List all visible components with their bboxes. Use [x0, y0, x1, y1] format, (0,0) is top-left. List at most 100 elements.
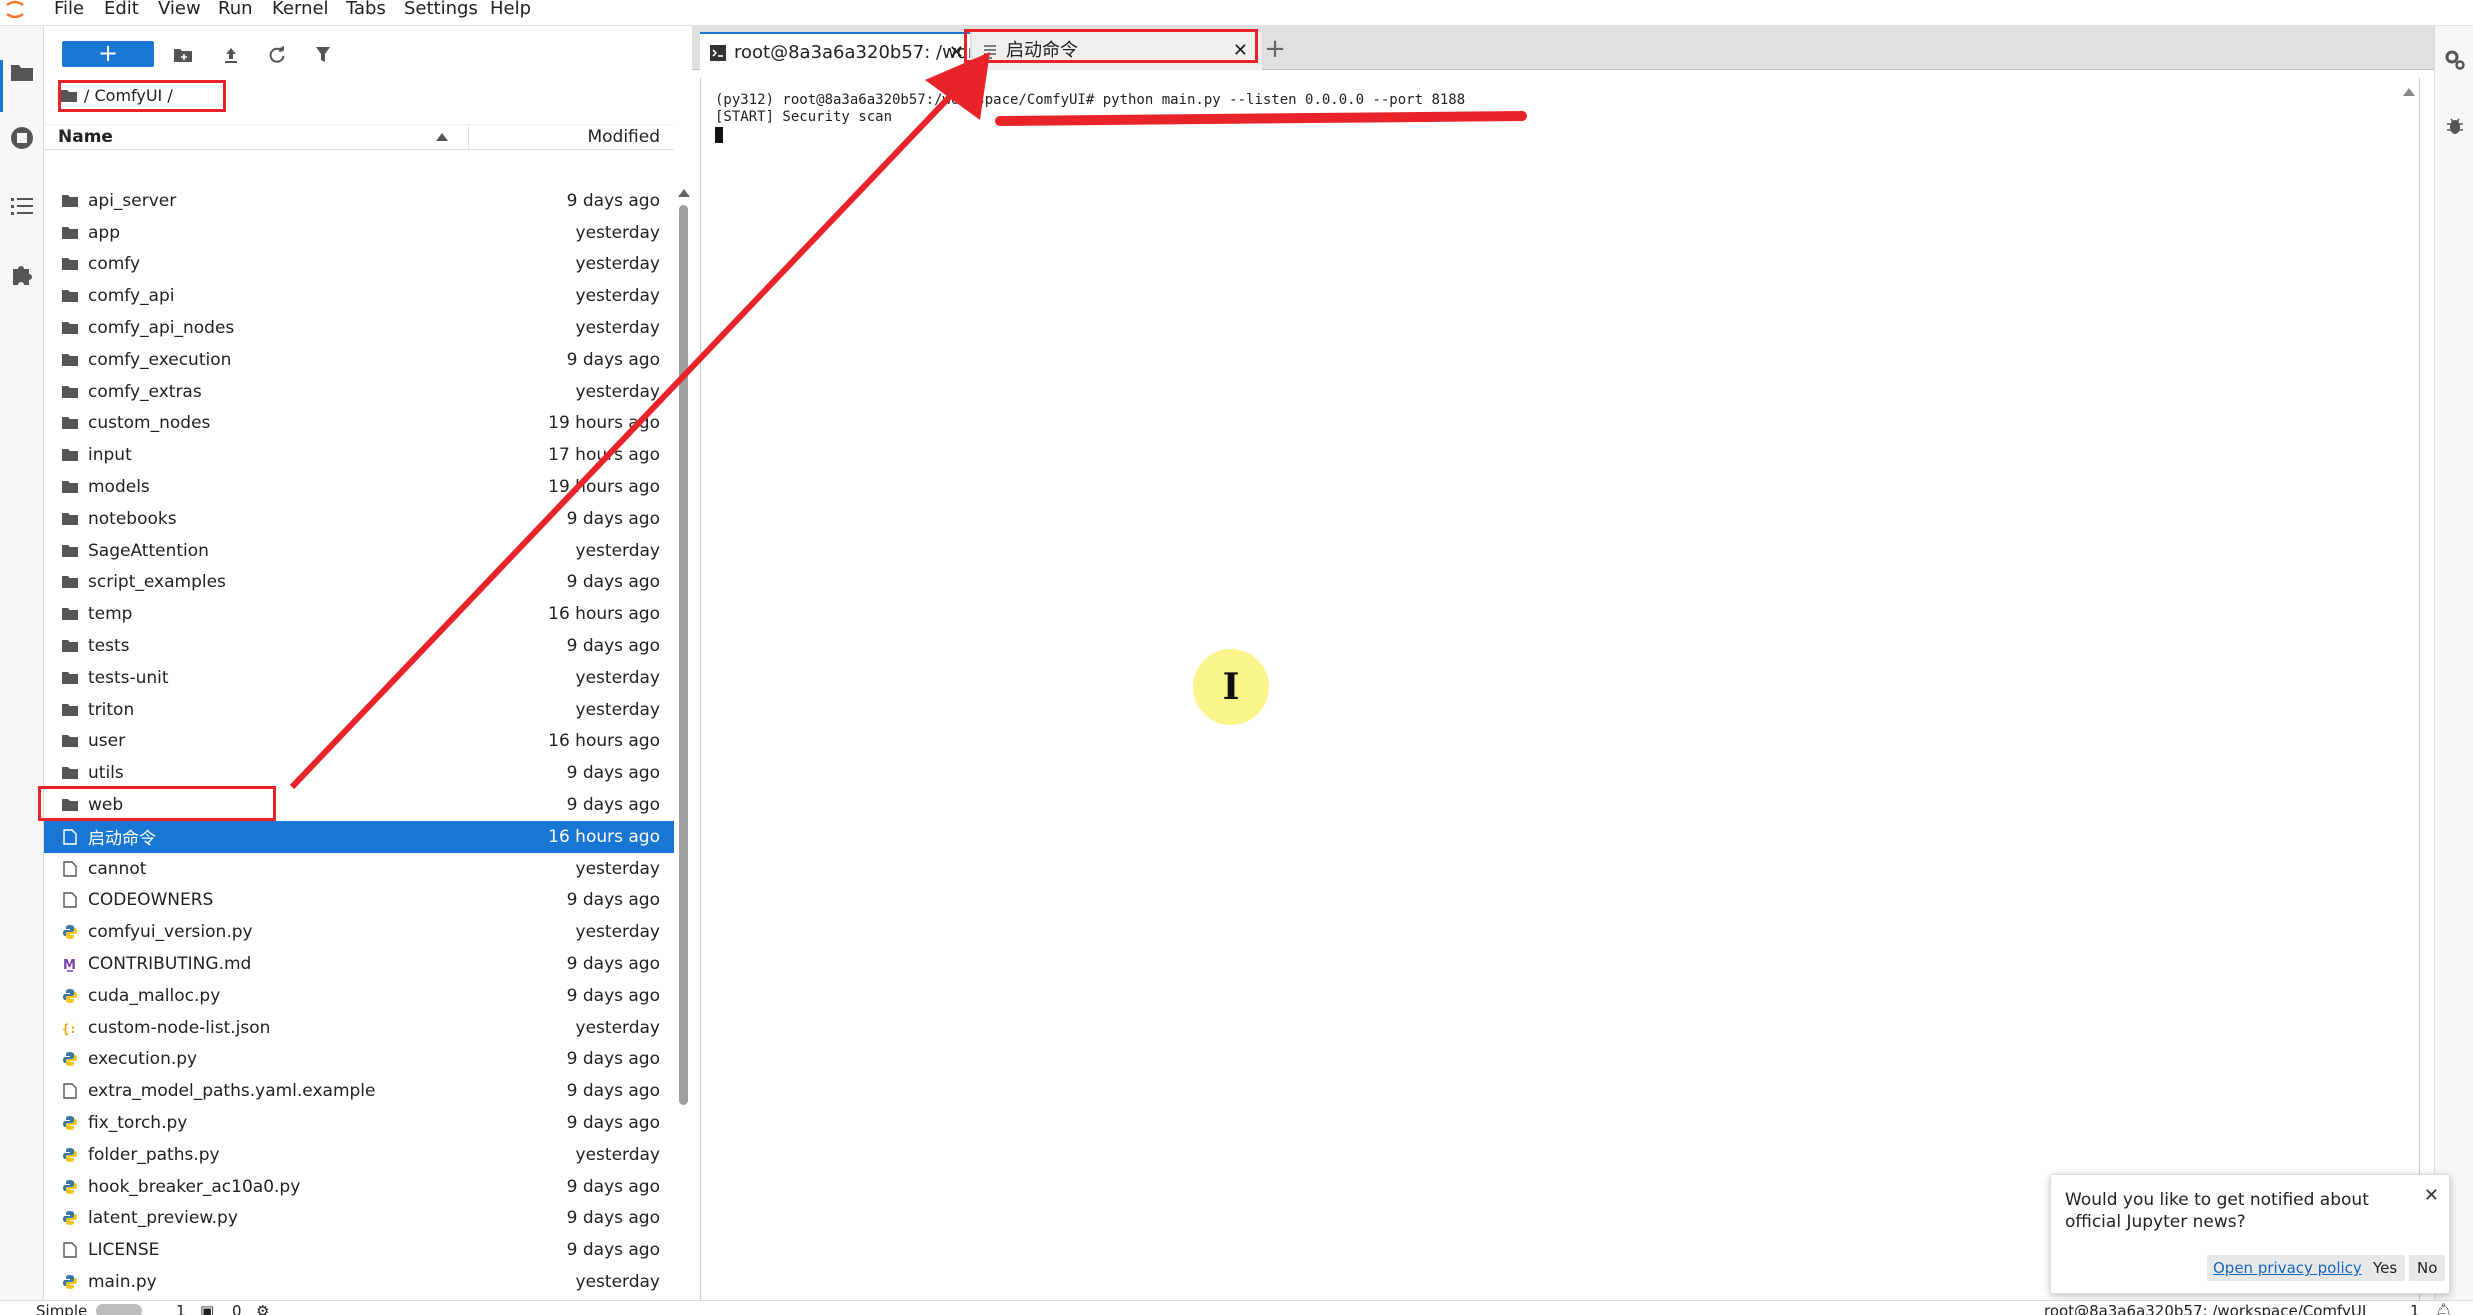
- file-row[interactable]: models 19 hours ago: [44, 471, 674, 503]
- extension-puzzle-icon[interactable]: [8, 260, 36, 288]
- menu-help[interactable]: Help: [490, 0, 531, 20]
- simple-mode-toggle[interactable]: [96, 1304, 142, 1315]
- file-row[interactable]: app yesterday: [44, 217, 674, 249]
- debugger-bug-icon[interactable]: [2443, 114, 2467, 138]
- file-row[interactable]: utils 9 days ago: [44, 757, 674, 789]
- python-file-icon: [58, 922, 82, 942]
- file-row[interactable]: execution.py 9 days ago: [44, 1044, 674, 1076]
- file-modified: 16 hours ago: [548, 826, 660, 847]
- file-row[interactable]: custom_nodes 19 hours ago: [44, 408, 674, 440]
- file-row[interactable]: comfy_execution 9 days ago: [44, 344, 674, 376]
- column-modified[interactable]: Modified: [474, 127, 674, 147]
- folder-icon[interactable]: [8, 58, 36, 86]
- folder-icon: [58, 223, 82, 243]
- markdown-file-icon: M: [58, 954, 82, 974]
- python-file-icon: [58, 1208, 82, 1228]
- file-modified: 9 days ago: [566, 763, 660, 784]
- file-row[interactable]: LICENSE 9 days ago: [44, 1234, 674, 1266]
- python-file-icon: [58, 1049, 82, 1069]
- file-row[interactable]: latent_preview.py 9 days ago: [44, 1203, 674, 1235]
- running-kernels-icon[interactable]: [8, 124, 36, 152]
- file-name: fix_torch.py: [88, 1113, 188, 1133]
- file-row[interactable]: 启动命令 16 hours ago: [44, 820, 674, 853]
- file-row[interactable]: comfy_api_nodes yesterday: [44, 312, 674, 344]
- add-tab-button[interactable]: +: [1258, 36, 1292, 66]
- folder-icon: [58, 477, 82, 497]
- file-row[interactable]: notebooks 9 days ago: [44, 503, 674, 535]
- file-name: CONTRIBUTING.md: [88, 954, 252, 975]
- terminal-scroll-up-icon[interactable]: [2403, 88, 2415, 96]
- new-folder-icon[interactable]: [170, 42, 196, 68]
- file-row[interactable]: {:} custom-node-list.json yesterday: [44, 1012, 674, 1044]
- scroll-up-arrow-icon[interactable]: [678, 189, 690, 197]
- menu-tabs[interactable]: Tabs: [346, 0, 386, 20]
- file-list-scrollbar[interactable]: [674, 185, 692, 1315]
- terminal-pane[interactable]: (py312) root@8a3a6a320b57:/workspace/Com…: [700, 78, 2420, 1311]
- file-row[interactable]: tests-unit yesterday: [44, 662, 674, 694]
- notification-yes-button[interactable]: Yes: [2365, 1255, 2406, 1281]
- menu-view[interactable]: View: [158, 0, 201, 20]
- upload-icon[interactable]: [218, 42, 244, 68]
- notification-no-button[interactable]: No: [2409, 1255, 2446, 1281]
- file-name: models: [88, 477, 150, 498]
- file-row[interactable]: comfy yesterday: [44, 249, 674, 281]
- scroll-thumb[interactable]: [679, 205, 688, 1105]
- folder-icon: [58, 191, 82, 211]
- python-file-icon: [58, 1272, 82, 1292]
- right-sidebar: [2434, 26, 2473, 1311]
- table-of-contents-icon[interactable]: [8, 192, 36, 220]
- menu-kernel[interactable]: Kernel: [272, 0, 329, 20]
- filter-icon[interactable]: [310, 42, 336, 68]
- file-row[interactable]: M CONTRIBUTING.md 9 days ago: [44, 948, 674, 980]
- file-name: temp: [88, 604, 133, 625]
- annotation-box-breadcrumb: [58, 80, 226, 112]
- file-modified: 9 days ago: [566, 1113, 660, 1133]
- file-row[interactable]: comfyui_version.py yesterday: [44, 916, 674, 948]
- property-inspector-gear-icon[interactable]: [2443, 48, 2467, 72]
- file-row[interactable]: script_examples 9 days ago: [44, 567, 674, 599]
- tab-terminal[interactable]: root@8a3a6a320b57: /wor ✕: [700, 32, 970, 70]
- file-row[interactable]: SageAttention yesterday: [44, 535, 674, 567]
- file-name: custom_nodes: [88, 413, 211, 434]
- file-row[interactable]: hook_breaker_ac10a0.py 9 days ago: [44, 1171, 674, 1203]
- notification-bell-icon[interactable]: 🔔︎: [2434, 1304, 2453, 1315]
- file-modified: 9 days ago: [566, 636, 660, 657]
- json-file-icon: {:}: [58, 1018, 82, 1038]
- file-row[interactable]: user 16 hours ago: [44, 726, 674, 758]
- menu-run[interactable]: Run: [218, 0, 253, 20]
- menu-settings[interactable]: Settings: [404, 0, 478, 20]
- new-launcher-button[interactable]: +: [62, 41, 154, 67]
- menu-file[interactable]: File: [54, 0, 84, 20]
- folder-icon: [58, 350, 82, 370]
- column-separator[interactable]: [468, 125, 469, 149]
- refresh-icon[interactable]: [264, 42, 290, 68]
- column-name[interactable]: Name: [58, 127, 113, 147]
- file-modified: 9 days ago: [566, 508, 660, 529]
- file-modified: yesterday: [575, 318, 660, 339]
- file-row[interactable]: extra_model_paths.yaml.example 9 days ago: [44, 1075, 674, 1107]
- python-file-icon: [58, 1177, 82, 1197]
- menu-edit[interactable]: Edit: [104, 0, 139, 20]
- file-row[interactable]: triton yesterday: [44, 694, 674, 726]
- file-row[interactable]: cannot yesterday: [44, 853, 674, 885]
- file-row[interactable]: tests 9 days ago: [44, 630, 674, 662]
- notification-close-icon[interactable]: ✕: [2424, 1185, 2439, 1206]
- folder-icon: [58, 541, 82, 561]
- file-row[interactable]: cuda_malloc.py 9 days ago: [44, 980, 674, 1012]
- file-name: tests: [88, 636, 130, 657]
- privacy-policy-link[interactable]: Open privacy policy: [2207, 1255, 2368, 1281]
- file-modified: yesterday: [575, 922, 660, 943]
- file-modified: yesterday: [575, 254, 660, 275]
- file-browser-toolbar: +: [44, 36, 692, 72]
- file-row[interactable]: input 17 hours ago: [44, 439, 674, 471]
- file-row[interactable]: api_server 9 days ago: [44, 185, 674, 217]
- file-row[interactable]: temp 16 hours ago: [44, 598, 674, 630]
- file-row[interactable]: fix_torch.py 9 days ago: [44, 1107, 674, 1139]
- file-row[interactable]: comfy_api yesterday: [44, 280, 674, 312]
- file-row[interactable]: CODEOWNERS 9 days ago: [44, 885, 674, 917]
- file-icon: [58, 1240, 82, 1260]
- file-row[interactable]: comfy_extras yesterday: [44, 376, 674, 408]
- file-row[interactable]: main.py yesterday: [44, 1266, 674, 1298]
- tab-close-icon[interactable]: ✕: [949, 34, 964, 70]
- file-row[interactable]: folder_paths.py yesterday: [44, 1139, 674, 1171]
